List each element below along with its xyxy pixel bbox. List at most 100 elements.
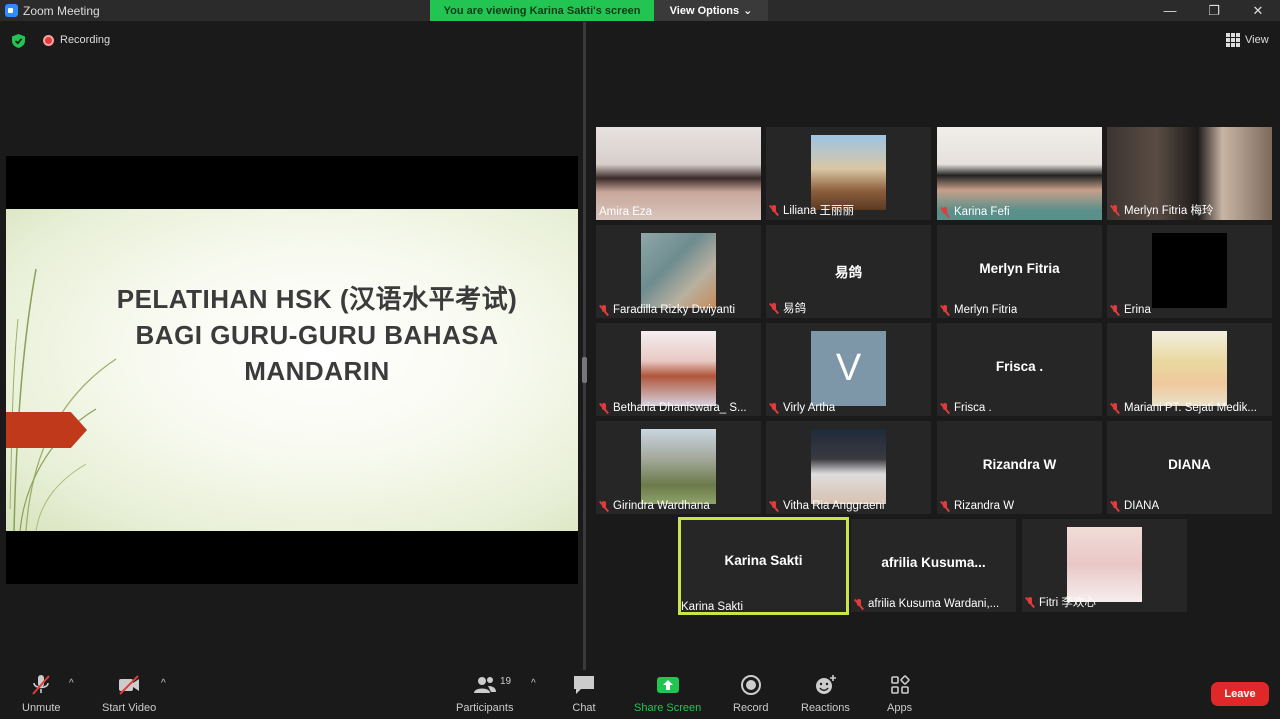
shared-screen[interactable]: PELATIHAN HSK (汉语水平考试) BAGI GURU-GURU BA… [6, 156, 578, 584]
participant-tile[interactable]: Erina [1107, 225, 1272, 318]
participant-name: Virly Artha [783, 402, 836, 414]
zoom-logo-icon [5, 4, 18, 17]
start-video-label: Start Video [102, 702, 157, 714]
record-button[interactable]: Record [733, 674, 768, 714]
apps-button[interactable]: Apps [887, 674, 912, 714]
audio-options-caret-icon[interactable]: ^ [69, 678, 74, 689]
muted-mic-icon [1110, 402, 1120, 414]
participant-name-label: Merlyn Fitria 梅玲 [1110, 202, 1213, 218]
participant-tile[interactable]: Karina Sakti Karina Sakti [678, 517, 849, 615]
participant-name: afrilia Kusuma Wardani,... [868, 598, 1000, 610]
participant-name: Betharia Dhaniswara_ S... [613, 402, 747, 414]
participant-tile[interactable]: Merlyn Fitria 梅玲 [1107, 127, 1272, 220]
participant-center-name: Merlyn Fitria [979, 261, 1060, 276]
participant-name: Mariani PT. Sejati Medik... [1124, 402, 1257, 414]
participant-profile-picture [811, 135, 886, 210]
muted-mic-icon [1110, 500, 1120, 512]
participant-tile[interactable]: Liliana 王丽丽 [766, 127, 931, 220]
apps-icon [890, 675, 910, 694]
participant-tile[interactable]: Frisca . Frisca . [937, 323, 1102, 416]
muted-mic-icon [769, 204, 779, 216]
participant-tile[interactable]: afrilia Kusuma... afrilia Kusuma Wardani,… [851, 519, 1016, 612]
participant-name: Rizandra W [954, 500, 1015, 512]
participant-center-name: Frisca . [995, 359, 1044, 374]
participants-label: Participants [456, 702, 514, 714]
chevron-down-icon: ⌄ [743, 5, 753, 17]
slide-title-line-3: MANDARIN [244, 356, 390, 386]
participant-tile[interactable]: Merlyn Fitria Merlyn Fitria [937, 225, 1102, 318]
participant-tile[interactable]: Mariani PT. Sejati Medik... [1107, 323, 1272, 416]
minimize-icon[interactable]: — [1148, 0, 1192, 21]
record-icon [740, 675, 761, 695]
participant-center-name: afrilia Kusuma... [881, 555, 986, 570]
apps-label: Apps [887, 702, 913, 714]
video-options-caret-icon[interactable]: ^ [161, 678, 166, 689]
participants-caret-icon[interactable]: ^ [531, 678, 536, 689]
participant-tile[interactable]: Vitha Ria Anggraeni [766, 421, 931, 514]
unmute-button[interactable]: Unmute [22, 674, 61, 714]
participants-button[interactable]: 19 Participants [456, 674, 513, 714]
muted-mic-icon [599, 402, 609, 414]
participant-name-label: Frisca . [940, 402, 992, 414]
muted-mic-icon [769, 302, 779, 314]
view-layout-button[interactable]: View [1226, 33, 1269, 47]
panel-divider[interactable] [583, 22, 586, 670]
presentation-slide: PELATIHAN HSK (汉语水平考试) BAGI GURU-GURU BA… [6, 209, 578, 531]
participant-name-label: afrilia Kusuma Wardani,... [854, 598, 999, 610]
chat-button[interactable]: Chat [572, 674, 596, 714]
participant-name-label: Karina Fefi [940, 206, 1010, 218]
muted-mic-icon [599, 304, 609, 316]
participants-icon [473, 677, 496, 693]
divider-drag-handle[interactable] [582, 357, 587, 383]
microphone-muted-icon [32, 675, 51, 695]
recording-label: Recording [60, 34, 111, 46]
participant-name-label: Amira Eza [599, 206, 652, 218]
slide-title-line-2: BAGI GURU-GURU BAHASA [135, 320, 499, 350]
participant-name-label: Girindra Wardhana [599, 500, 710, 512]
participant-tile[interactable]: Faradilla Rizky Dwiyanti [596, 225, 761, 318]
participant-profile-picture [641, 429, 716, 504]
view-options-button[interactable]: View Options ⌄ [654, 0, 768, 21]
participant-tile[interactable]: 易鸽 易鸽 [766, 225, 931, 318]
reactions-button[interactable]: Reactions [801, 674, 850, 714]
encryption-shield-icon[interactable] [12, 34, 25, 48]
recording-dot-icon [43, 35, 54, 46]
participant-name: Fitri 李欢心 [1039, 597, 1096, 609]
video-off-icon [119, 675, 140, 695]
restore-icon[interactable]: ❐ [1192, 0, 1236, 21]
participant-name: Liliana 王丽丽 [783, 205, 854, 217]
view-options-label: View Options [669, 4, 740, 17]
participant-tile[interactable]: Fitri 李欢心 [1022, 519, 1187, 612]
participant-tile[interactable]: V Virly Artha [766, 323, 931, 416]
participant-name: Vitha Ria Anggraeni [783, 500, 885, 512]
participant-tile[interactable]: Karina Fefi [937, 127, 1102, 220]
participant-center-name: 易鸽 [835, 265, 862, 280]
grid-icon [1226, 33, 1240, 47]
muted-mic-icon [1110, 304, 1120, 316]
reactions-smiley-icon [816, 675, 837, 694]
leave-button[interactable]: Leave [1211, 682, 1269, 706]
participant-tile[interactable]: Girindra Wardhana [596, 421, 761, 514]
participant-name-label: Rizandra W [940, 500, 1014, 512]
participant-name-label: Faradilla Rizky Dwiyanti [599, 304, 735, 316]
participant-name: Amira Eza [599, 206, 653, 218]
window-controls: — ❐ ✕ [1148, 0, 1280, 21]
share-screen-label: Share Screen [634, 702, 702, 714]
participant-center-name: Rizandra W [982, 457, 1057, 472]
participant-tile[interactable]: DIANA DIANA [1107, 421, 1272, 514]
participant-center-name: DIANA [1168, 457, 1211, 472]
record-label: Record [733, 702, 769, 714]
start-video-button[interactable]: Start Video [102, 674, 156, 714]
participant-tile[interactable]: Betharia Dhaniswara_ S... [596, 323, 761, 416]
close-icon[interactable]: ✕ [1236, 0, 1280, 21]
participant-name: Karina Sakti [681, 601, 744, 613]
participant-name-label: 易鸽 [769, 300, 806, 316]
participant-tile[interactable]: Rizandra W Rizandra W [937, 421, 1102, 514]
chat-icon [574, 676, 594, 694]
share-screen-button[interactable]: Share Screen [634, 674, 701, 714]
participant-name-label: Karina Sakti [681, 601, 743, 613]
participant-tile[interactable]: Amira Eza [596, 127, 761, 220]
slide-title-line-1: PELATIHAN HSK (汉语水平考试) [116, 284, 518, 314]
viewing-screen-banner: You are viewing Karina Sakti's screen [430, 0, 654, 21]
participant-name-label: DIANA [1110, 500, 1159, 512]
